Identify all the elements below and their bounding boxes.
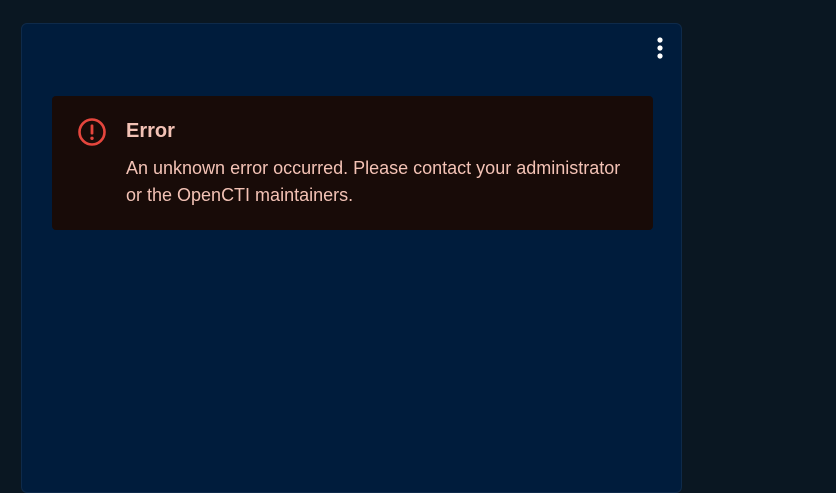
alert-message: An unknown error occurred. Please contac…: [126, 158, 621, 205]
more-vert-icon: [657, 37, 663, 59]
alert-title: Error: [126, 120, 175, 142]
error-outline-icon: [76, 116, 108, 148]
error-alert: Error An unknown error occurred. Please …: [52, 96, 653, 230]
widget-menu-button[interactable]: [648, 34, 672, 62]
widget-card: Error An unknown error occurred. Please …: [21, 23, 682, 493]
